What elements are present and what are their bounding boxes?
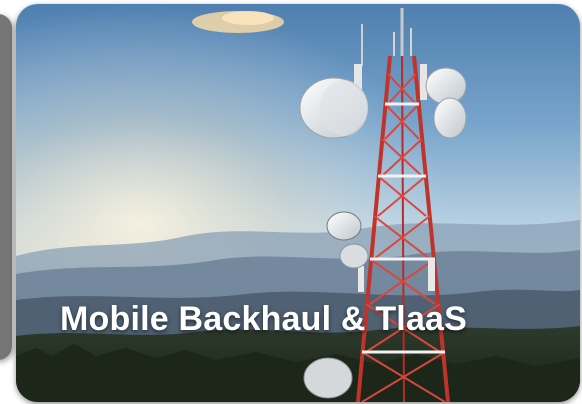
adjacent-card-edge[interactable]	[0, 14, 12, 360]
card-title: Mobile Backhaul & TlaaS	[60, 300, 468, 338]
service-card-mobile-backhaul[interactable]: Mobile Backhaul & TlaaS	[16, 4, 580, 402]
cell-tower-photo	[16, 4, 580, 402]
